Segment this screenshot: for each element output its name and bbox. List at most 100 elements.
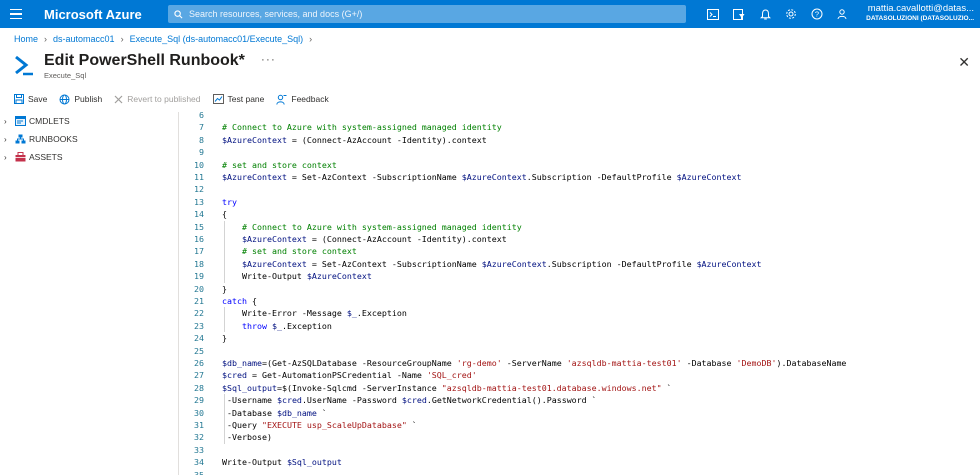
settings-gear-icon[interactable] [778,0,804,28]
tree-item-assets[interactable]: › ASSETS [0,148,178,166]
code-line[interactable]: 29 -Username $cred.UserName -Password $c… [180,394,980,406]
code-line[interactable]: 18 $AzureContext = Set-AzContext -Subscr… [180,258,980,270]
code-editor[interactable]: 6 7 # Connect to Azure with system-assigne… [180,108,980,475]
tree-item-label: CMDLETS [29,116,70,126]
more-options-icon[interactable]: ··· [261,52,276,66]
tree-item-cmdlets[interactable]: › CMDLETS [0,112,178,130]
code-token: -Verbose) [222,432,272,443]
line-code: -Database $db_name ` [222,407,327,419]
code-line[interactable]: 12 [180,183,980,195]
code-line[interactable]: 9 [180,146,980,158]
test-pane-button[interactable]: Test pane [212,94,264,104]
portal-brand[interactable]: Microsoft Azure [44,7,142,22]
publish-button[interactable]: Publish [59,94,102,105]
code-token: =(Get-AzSQLDatabase -ResourceGroupName [261,358,457,368]
code-line[interactable]: 32 -Verbose) [180,431,980,443]
code-line[interactable]: 30 -Database $db_name ` [180,407,980,419]
revert-to-published-button[interactable]: Revert to published [114,94,201,104]
save-button[interactable]: Save [14,94,47,104]
code-line[interactable]: 27 $cred = Get-AutomationPSCredential -Na… [180,369,980,381]
library-tree: › CMDLETS › RUNBOOKS › ASSETS [0,112,178,475]
globe-icon [59,94,70,104]
code-line[interactable]: 7 # Connect to Azure with system-assigned… [180,121,980,133]
line-number: 17 [194,246,204,257]
code-line[interactable]: 21 catch { [180,295,980,307]
code-line[interactable]: 17 # set and store context [180,245,980,257]
code-line[interactable]: 6 [180,109,980,121]
code-line[interactable]: 23 throw $_.Exception [180,320,980,332]
feedback-person-icon[interactable] [830,0,856,28]
code-token: # set and store context [241,246,357,257]
line-number: 25 [194,345,204,356]
directory-filter-icon[interactable] [726,0,752,28]
code-line[interactable]: 33 [180,444,980,456]
code-line[interactable]: 8 $AzureContext = (Connect-AzAccount -Ide… [180,134,980,146]
code-line[interactable]: 28 $Sql_output=$(Invoke-Sqlcmd -ServerIns… [180,382,980,394]
global-search[interactable] [168,5,686,23]
feedback-button[interactable]: Feedback [276,94,329,105]
notifications-bell-icon[interactable] [752,0,778,28]
line-code: $cred = Get-AutomationPSCredential -Name… [222,369,477,381]
line-number: 29 [194,395,204,406]
line-number: 26 [194,358,204,368]
code-line[interactable]: 25 [180,345,980,357]
code-line[interactable]: 19 Write-Output $AzureContext [180,270,980,282]
revert-label: Revert to published [127,94,201,104]
chevron-right-icon[interactable]: › [4,135,12,144]
tree-item-label: RUNBOOKS [29,134,78,144]
code-line[interactable]: 11 $AzureContext = Set-AzContext -Subscri… [180,171,980,183]
line-number: 32 [194,432,204,443]
tree-item-runbooks[interactable]: › RUNBOOKS [0,130,178,148]
code-token: } [222,333,227,344]
code-token: catch [222,296,247,306]
breadcrumb-automation-account[interactable]: ds-automacc01 [53,34,115,44]
line-number: 20 [194,283,204,294]
code-line[interactable]: 13 try [180,196,980,208]
code-token: 'rg-demo' [456,358,502,368]
code-token: = (Connect-AzAccount -Identity).context [286,134,487,145]
code-line[interactable]: 31 -Query "EXECUTE usp_ScaleUpDatabase" … [180,419,980,431]
code-token: { [222,209,227,220]
code-line[interactable]: 10 # set and store context [180,159,980,171]
help-icon[interactable]: ? [804,0,830,28]
code-token: 'DemoDB' [736,358,777,368]
pane-divider[interactable] [178,112,179,475]
code-line[interactable]: 15 # Connect to Azure with system-assign… [180,221,980,233]
line-number: 27 [194,370,204,381]
code-line[interactable]: 35 [180,469,980,475]
line-number: 35 [194,469,204,475]
line-code: Write-Output $Sql_output [222,456,342,468]
code-line[interactable]: 26 $db_name=(Get-AzSQLDatabase -ResourceG… [180,357,980,369]
code-token: Write-Output [222,271,307,282]
code-line[interactable]: 14 { [180,208,980,220]
code-token: -ServerName [501,358,567,368]
breadcrumb: Home › ds-automacc01 › Execute_Sql (ds-a… [14,34,312,44]
code-line[interactable]: 16 $AzureContext = (Connect-AzAccount -I… [180,233,980,245]
line-code: } [222,283,227,295]
cloud-shell-icon[interactable] [700,0,726,28]
line-number: 34 [194,457,204,468]
code-line[interactable]: 22 Write-Error -Message $_.Exception [180,307,980,319]
search-input[interactable] [189,9,669,19]
code-line[interactable]: 34 Write-Output $Sql_output [180,456,980,468]
code-line[interactable]: 24} [180,332,980,344]
feedback-person-icon [276,94,287,105]
line-number: 15 [194,221,204,232]
chevron-right-icon[interactable]: › [4,153,12,162]
code-token: $AzureContext [676,172,742,182]
chevron-right-icon: › [44,34,48,44]
chevron-right-icon[interactable]: › [4,117,12,126]
breadcrumb-home[interactable]: Home [14,34,38,44]
code-token: = Get-AutomationPSCredential -Name [246,370,427,381]
save-label: Save [28,94,48,104]
code-line[interactable]: 20} [180,283,980,295]
line-number: 16 [194,234,204,244]
line-code: # set and store context [222,159,337,171]
code-token: throw [241,320,267,331]
code-token: ` [661,382,672,393]
account-menu[interactable]: mattia.cavallotti@datas... DATASOLUZIONI… [866,3,974,22]
menu-icon[interactable] [0,0,32,28]
breadcrumb-runbook[interactable]: Execute_Sql (ds-automacc01/Execute_Sql) [130,34,304,44]
close-icon[interactable]: ✕ [958,54,970,71]
line-number: 23 [194,320,204,331]
